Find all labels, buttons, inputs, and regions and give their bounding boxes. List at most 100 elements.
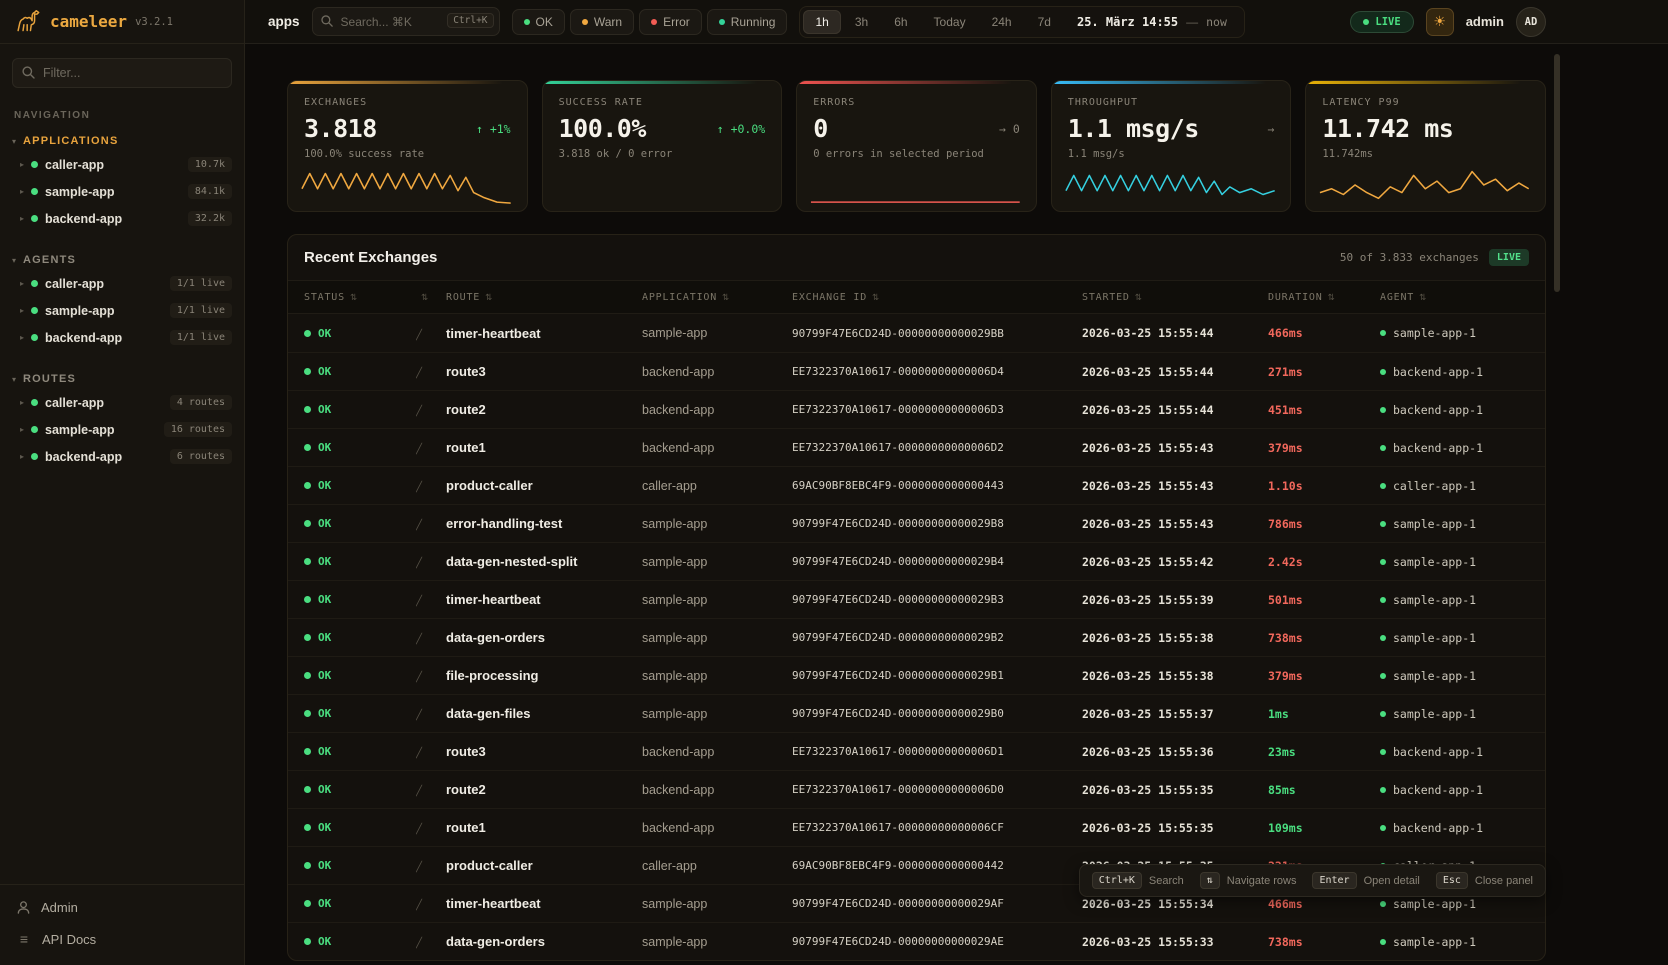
column-header[interactable]: STARTED ⇅ <box>1082 292 1268 303</box>
hint-kbd: Enter <box>1312 872 1356 889</box>
sidebar-item[interactable]: ▸ backend-app 32.2k <box>0 205 244 232</box>
filter-chip[interactable]: OK <box>512 9 565 35</box>
hint-label: Open detail <box>1364 875 1420 887</box>
sidebar-footer: Admin ≡ API Docs <box>0 884 244 965</box>
theme-toggle-button[interactable]: ☀ <box>1426 8 1454 36</box>
column-header[interactable]: AGENT ⇅ <box>1380 292 1529 303</box>
duration-value: 1ms <box>1268 707 1380 721</box>
column-header[interactable]: ⇅ <box>416 292 446 303</box>
date-range-display[interactable]: 25. März 14:55 — now <box>1065 15 1241 29</box>
time-range-button[interactable]: 24h <box>980 10 1024 34</box>
duration-value: 738ms <box>1268 631 1380 645</box>
table-row[interactable]: OK ╱ route2 backend-app EE7322370A10617-… <box>288 770 1545 808</box>
stat-subtext: 0 errors in selected period <box>813 148 1020 160</box>
section-title: APPLICATIONS <box>23 135 118 147</box>
sidebar-item[interactable]: ▸ sample-app 84.1k <box>0 178 244 205</box>
time-range-button[interactable]: 1h <box>803 10 840 34</box>
started-timestamp: 2026-03-25 15:55:43 <box>1082 441 1268 455</box>
table-row[interactable]: OK ╱ data-gen-orders sample-app 90799F47… <box>288 922 1545 960</box>
table-row[interactable]: OK ╱ route3 backend-app EE7322370A10617-… <box>288 352 1545 390</box>
sidebar-item[interactable]: ▸ backend-app 6 routes <box>0 443 244 470</box>
table-row[interactable]: OK ╱ route1 backend-app EE7322370A10617-… <box>288 808 1545 846</box>
route-path-icon: ╱ <box>416 786 422 797</box>
status-label: OK <box>318 517 331 530</box>
scrollbar[interactable] <box>1554 54 1560 292</box>
table-row[interactable]: OK ╱ file-processing sample-app 90799F47… <box>288 656 1545 694</box>
application-name: sample-app <box>642 897 792 911</box>
topbar: apps Ctrl+K OK Warn Error Running 1h 3h … <box>245 0 1668 44</box>
route-path-icon: ╱ <box>416 520 422 531</box>
agent-name: sample-app-1 <box>1393 707 1476 721</box>
sidebar-item[interactable]: ▸ caller-app 4 routes <box>0 389 244 416</box>
status-dot <box>304 938 311 945</box>
sort-icon: ⇅ <box>722 292 729 303</box>
time-range-button[interactable]: Today <box>922 10 978 34</box>
started-timestamp: 2026-03-25 15:55:35 <box>1082 783 1268 797</box>
section-header-applications[interactable]: ▾ APPLICATIONS <box>0 127 244 151</box>
logo-row[interactable]: cameleer v3.2.1 <box>0 0 244 44</box>
sidebar-item[interactable]: ▸ sample-app 1/1 live <box>0 297 244 324</box>
column-header[interactable]: EXCHANGE ID ⇅ <box>792 292 1082 303</box>
table-row[interactable]: OK ╱ timer-heartbeat sample-app 90799F47… <box>288 314 1545 352</box>
global-search: Ctrl+K <box>312 7 500 36</box>
column-header[interactable]: ROUTE ⇅ <box>446 292 642 303</box>
table-row[interactable]: OK ╱ error-handling-test sample-app 9079… <box>288 504 1545 542</box>
sidebar-item[interactable]: ▸ caller-app 10.7k <box>0 151 244 178</box>
stat-value: 0 <box>813 114 828 143</box>
table-row[interactable]: OK ╱ route1 backend-app EE7322370A10617-… <box>288 428 1545 466</box>
chevron-right-icon: ▸ <box>20 160 24 169</box>
sidebar-item[interactable]: ▸ caller-app 1/1 live <box>0 270 244 297</box>
sidebar-item[interactable]: ▸ backend-app 1/1 live <box>0 324 244 351</box>
section-header-agents[interactable]: ▾ AGENTS <box>0 246 244 270</box>
column-header[interactable]: APPLICATION ⇅ <box>642 292 792 303</box>
filter-chip-label: Warn <box>594 15 622 29</box>
chevron-down-icon: ▾ <box>12 137 16 146</box>
table-row[interactable]: OK ╱ route2 backend-app EE7322370A10617-… <box>288 390 1545 428</box>
time-range-button[interactable]: 7d <box>1026 10 1063 34</box>
sidebar-item-api-docs[interactable]: ≡ API Docs <box>0 923 244 955</box>
section-header-routes[interactable]: ▾ ROUTES <box>0 365 244 389</box>
route-path-icon: ╱ <box>416 672 422 683</box>
started-timestamp: 2026-03-25 15:55:44 <box>1082 365 1268 379</box>
application-name: backend-app <box>642 365 792 379</box>
column-header-label: EXCHANGE ID <box>792 292 867 303</box>
status-label: OK <box>318 441 331 454</box>
sidebar-item[interactable]: ▸ sample-app 16 routes <box>0 416 244 443</box>
table-row[interactable]: OK ╱ product-caller caller-app 69AC90BF8… <box>288 466 1545 504</box>
chevron-down-icon: ▾ <box>12 256 16 265</box>
application-name: backend-app <box>642 441 792 455</box>
status-dot <box>524 19 530 25</box>
duration-value: 466ms <box>1268 326 1380 340</box>
time-range-button[interactable]: 3h <box>843 10 880 34</box>
table-row[interactable]: OK ╱ timer-heartbeat sample-app 90799F47… <box>288 580 1545 618</box>
duration-value: 379ms <box>1268 441 1380 455</box>
column-header[interactable]: DURATION ⇅ <box>1268 292 1380 303</box>
live-toggle[interactable]: LIVE <box>1350 11 1413 33</box>
duration-value: 23ms <box>1268 745 1380 759</box>
sidebar-filter <box>12 58 232 88</box>
search-icon <box>21 65 36 80</box>
route-name: data-gen-files <box>446 706 642 721</box>
sort-icon: ⇅ <box>350 292 357 303</box>
time-range-button[interactable]: 6h <box>882 10 919 34</box>
sidebar-item-badge: 84.1k <box>188 184 232 199</box>
filter-chip[interactable]: Error <box>639 9 702 35</box>
table-row[interactable]: OK ╱ data-gen-orders sample-app 90799F47… <box>288 618 1545 656</box>
filter-chip[interactable]: Running <box>707 9 788 35</box>
table-row[interactable]: OK ╱ route3 backend-app EE7322370A10617-… <box>288 732 1545 770</box>
filter-chip[interactable]: Warn <box>570 9 634 35</box>
column-header[interactable]: STATUS ⇅ <box>304 292 416 303</box>
time-range-label: 7d <box>1038 15 1051 29</box>
exchange-id: 90799F47E6CD24D-00000000000029B3 <box>792 593 1082 606</box>
avatar[interactable]: AD <box>1516 7 1546 37</box>
route-name: data-gen-nested-split <box>446 554 642 569</box>
table-row[interactable]: OK ╱ data-gen-files sample-app 90799F47E… <box>288 694 1545 732</box>
sidebar-item-admin[interactable]: Admin <box>0 891 244 923</box>
filter-input[interactable] <box>12 58 232 88</box>
status-dot <box>304 482 311 489</box>
status-label: OK <box>318 631 331 644</box>
hint-kbd: Esc <box>1436 872 1468 889</box>
chevron-right-icon: ▸ <box>20 279 24 288</box>
route-path-icon: ╱ <box>416 938 422 949</box>
table-row[interactable]: OK ╱ data-gen-nested-split sample-app 90… <box>288 542 1545 580</box>
